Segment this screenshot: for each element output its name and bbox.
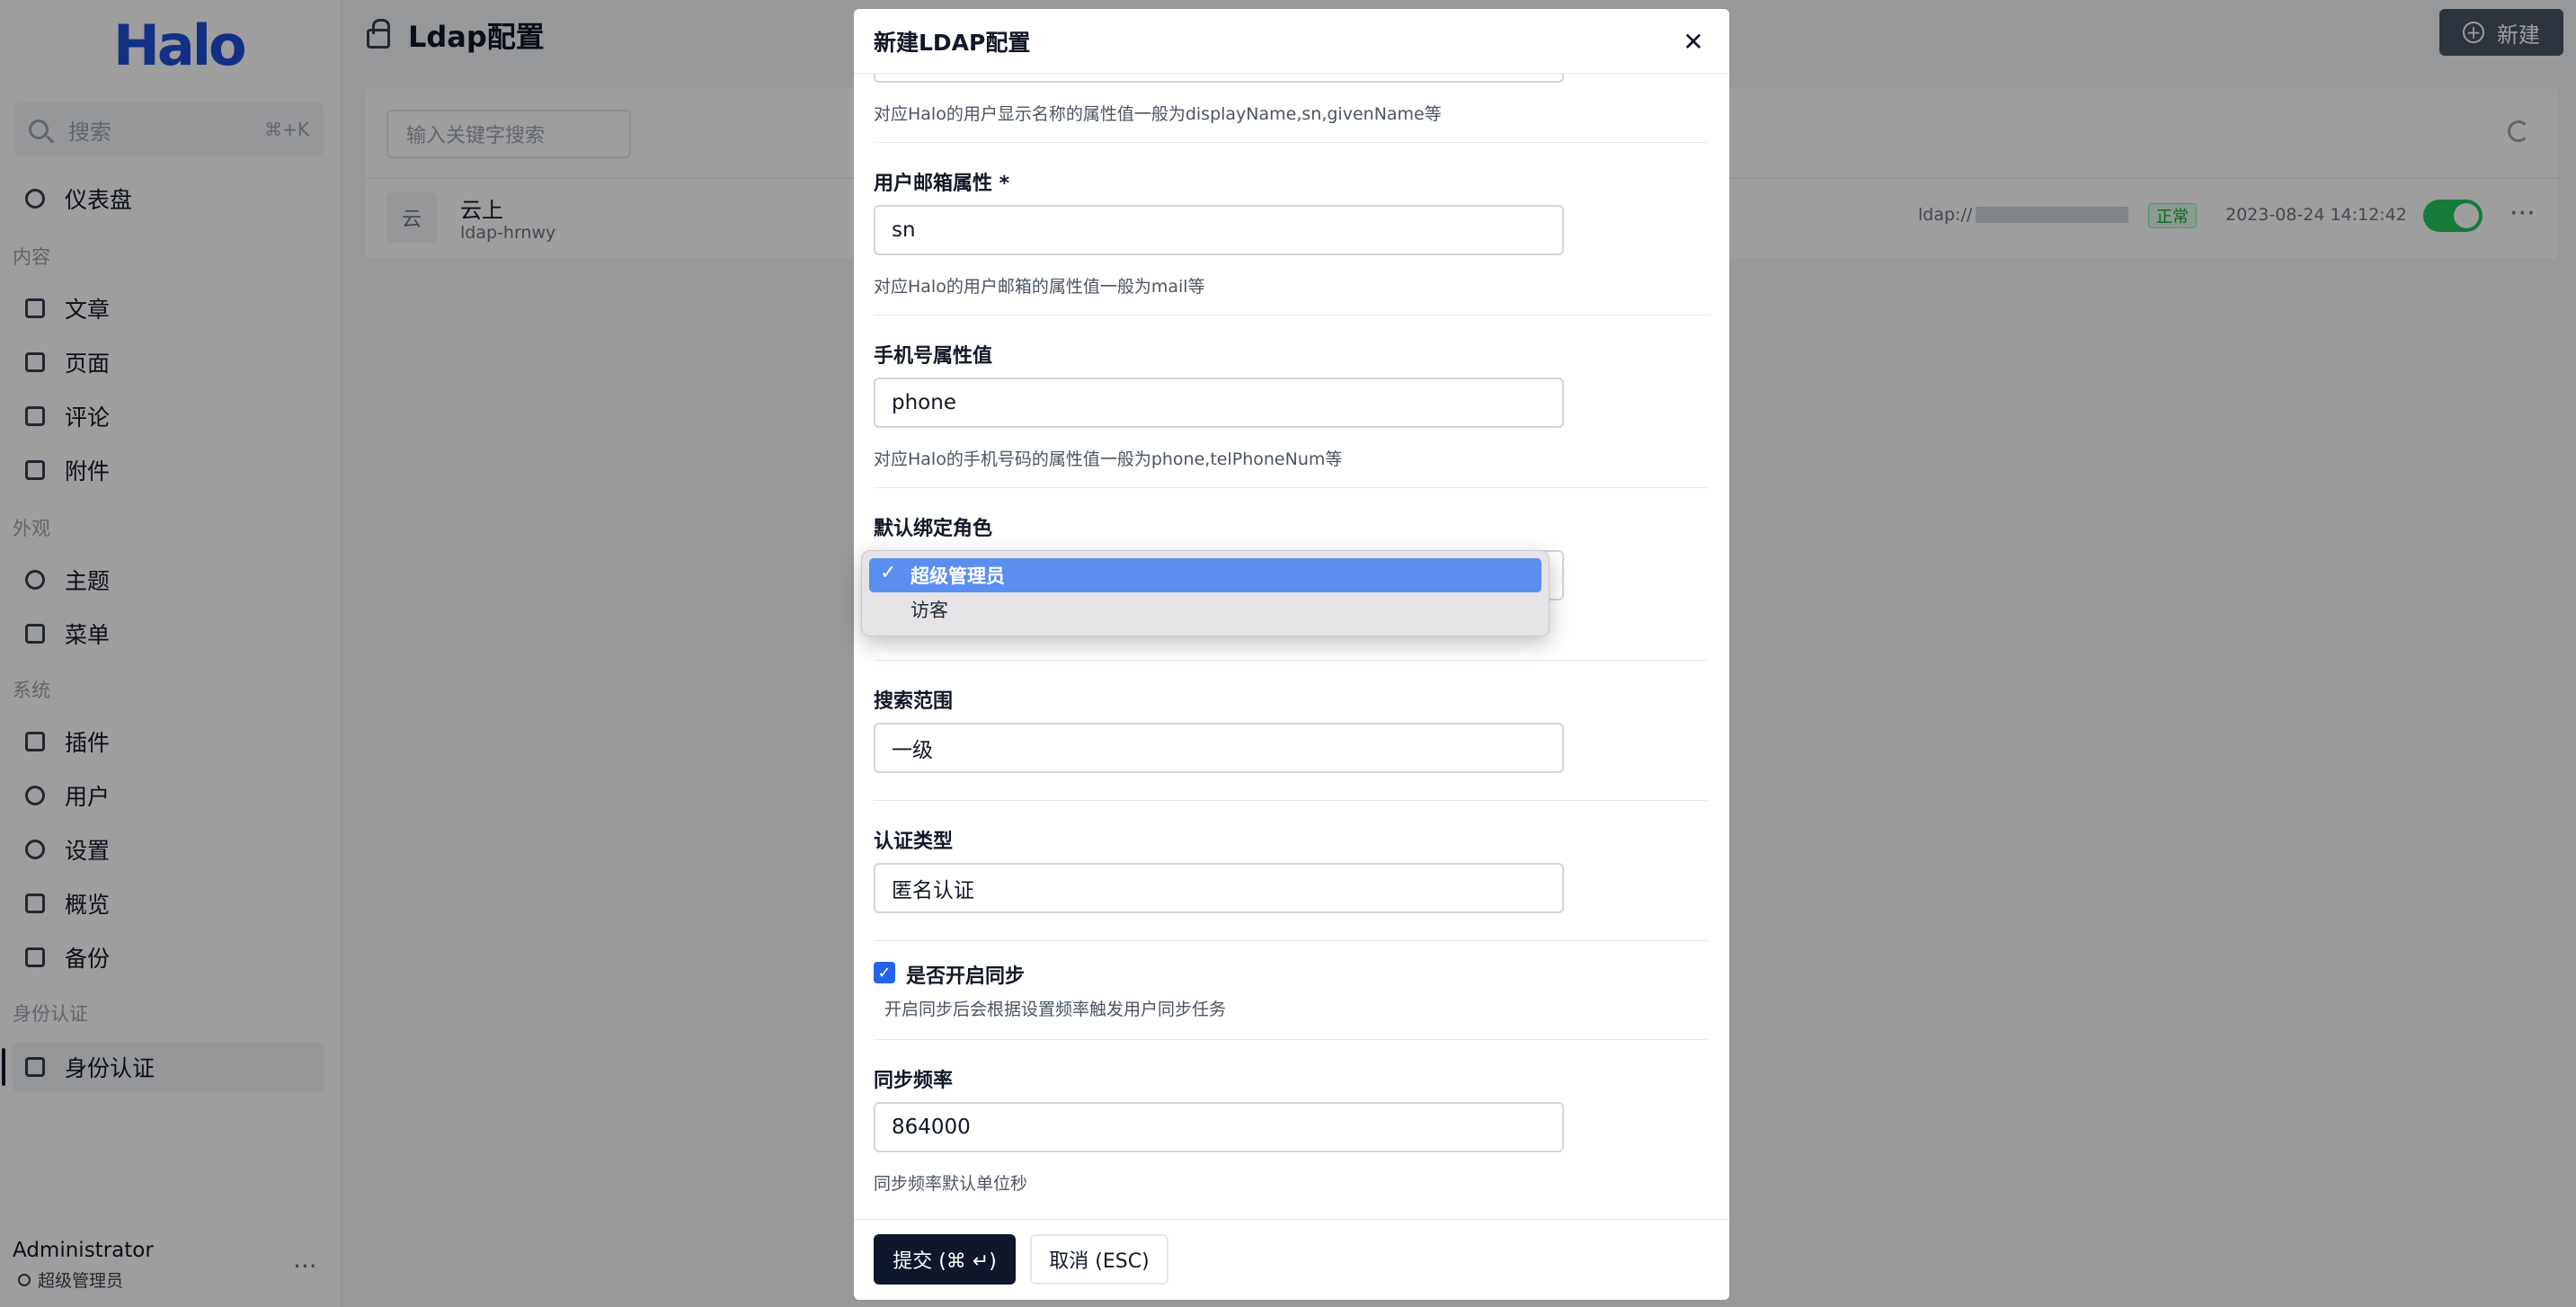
modal-title: 新建LDAP配置 (874, 29, 1031, 56)
divider (874, 660, 1710, 661)
divider (874, 142, 1710, 143)
modal-footer: 提交 (⌘ ↵) 取消 (ESC) (854, 1219, 1729, 1300)
sync-frequency-label: 同步频率 (874, 1070, 954, 1092)
email-attribute-input[interactable]: sn (874, 205, 1564, 255)
modal-body: 对应Halo的用户显示名称的属性值一般为displayName,sn,given… (854, 63, 1729, 1228)
cancel-button[interactable]: 取消 (ESC) (1030, 1234, 1168, 1285)
role-label: 默认绑定角色 (874, 518, 993, 540)
auth-type-select[interactable]: 匿名认证 (874, 863, 1564, 913)
sync-checkbox[interactable]: ✓ (874, 962, 895, 983)
sync-label[interactable]: 是否开启同步 (906, 960, 1025, 989)
sync-frequency-help: 同步频率默认单位秒 (874, 1174, 1028, 1194)
modal-header: 新建LDAP配置 ✕ (854, 9, 1729, 74)
role-option-label: 超级管理员 (910, 565, 1005, 587)
sync-help: 开启同步后会根据设置频率触发用户同步任务 (884, 1000, 1227, 1019)
auth-type-label: 认证类型 (874, 831, 954, 853)
phone-help: 对应Halo的手机号码的属性值一般为phone,telPhoneNum等 (874, 449, 1343, 469)
email-label: 用户邮箱属性 * (874, 173, 1010, 195)
email-help: 对应Halo的用户邮箱的属性值一般为mail等 (874, 277, 1205, 297)
role-option-label: 访客 (910, 600, 948, 621)
phone-label: 手机号属性值 (874, 345, 993, 368)
sync-frequency-input[interactable]: 864000 (874, 1102, 1564, 1152)
close-icon[interactable]: ✕ (1677, 25, 1710, 58)
submit-button[interactable]: 提交 (⌘ ↵) (874, 1234, 1016, 1285)
divider (874, 940, 1710, 941)
role-option-super-admin[interactable]: ✓ 超级管理员 (869, 558, 1541, 592)
role-option-guest[interactable]: 访客 (869, 592, 1541, 627)
search-scope-select[interactable]: 一级 (874, 723, 1564, 773)
divider (874, 315, 1710, 316)
phone-attribute-input[interactable]: phone (874, 378, 1564, 428)
role-dropdown-menu: ✓ 超级管理员 访客 (861, 550, 1550, 636)
checkmark-icon: ✓ (880, 562, 897, 584)
divider (874, 1039, 1710, 1040)
display-name-help: 对应Halo的用户显示名称的属性值一般为displayName,sn,given… (874, 104, 1442, 124)
divider (874, 487, 1710, 488)
new-ldap-modal: 新建LDAP配置 ✕ 对应Halo的用户显示名称的属性值一般为displayNa… (854, 9, 1729, 1300)
divider (874, 800, 1710, 801)
scope-label: 搜索范围 (874, 690, 954, 713)
